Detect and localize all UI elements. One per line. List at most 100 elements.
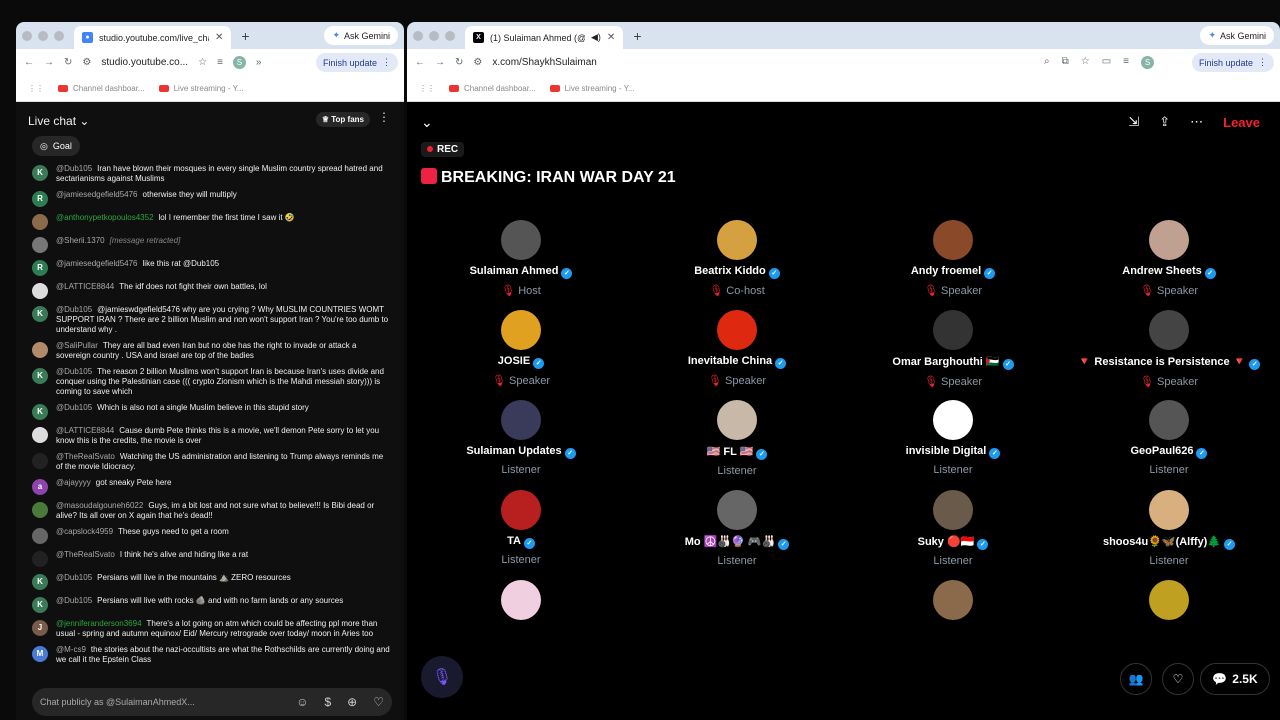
chat-message[interactable]: @SaliPullar They are all bad even Iran bu… [32, 341, 392, 361]
participant-avatar[interactable] [717, 400, 757, 440]
chat-message[interactable]: @TheRealSvato Watching the US administrat… [32, 452, 392, 472]
chat-message[interactable]: R @jamiesedgefield5476 like this rat @Dub1… [32, 259, 392, 276]
participant-avatar[interactable] [501, 310, 541, 350]
participant-avatar[interactable] [501, 580, 541, 620]
avatar[interactable] [32, 342, 48, 358]
participant-avatar[interactable] [717, 490, 757, 530]
participant-avatar[interactable] [717, 220, 757, 260]
chat-message[interactable]: K @Dub105 Which is also not a single Musli… [32, 403, 392, 420]
message-author[interactable]: @TheRealSvato [56, 550, 115, 559]
participant[interactable]: invisible Digital ✓ Listener [845, 400, 1061, 476]
message-author[interactable]: @Dub105 [56, 164, 92, 173]
mic-button[interactable]: 🎙 [421, 656, 463, 698]
message-author[interactable]: @LATTICE8844 [56, 426, 114, 435]
new-tab-button[interactable]: + [241, 28, 249, 44]
chat-message[interactable]: @TheRealSvato I think he's alive and hidi… [32, 550, 392, 567]
chat-message[interactable]: K @Dub105 Persians will live in the mounta… [32, 573, 392, 590]
avatar[interactable] [32, 502, 48, 518]
participant-avatar[interactable] [933, 490, 973, 530]
site-info-icon[interactable]: ⚙ [473, 57, 482, 68]
message-author[interactable]: @Dub105 [56, 367, 92, 376]
participant-avatar[interactable] [1149, 490, 1189, 530]
chat-message[interactable]: @masoudalgouneh6022 Guys, im a bit lost a… [32, 501, 392, 521]
participant-avatar[interactable] [1149, 310, 1189, 350]
install-icon[interactable]: ⧉ [1062, 56, 1069, 69]
avatar[interactable]: K [32, 306, 48, 322]
sidebar-icon[interactable]: ▭ [1102, 56, 1111, 69]
participant[interactable]: Inevitable China ✓ 🎙 Speaker [629, 310, 845, 387]
tab-search-icon[interactable]: ≡ [217, 57, 223, 68]
close-icon[interactable]: ✕ [607, 32, 615, 43]
participant-avatar[interactable] [501, 220, 541, 260]
message-author[interactable]: @LATTICE8844 [56, 282, 114, 291]
participant[interactable]: Sulaiman Updates ✓ Listener [413, 400, 629, 476]
avatar[interactable] [32, 214, 48, 230]
chat-message[interactable]: @LATTICE8844 Cause dumb Pete thinks this … [32, 426, 392, 446]
dock-icon[interactable]: ⇲ [1128, 114, 1139, 130]
participant-avatar[interactable] [933, 310, 973, 350]
participant[interactable] [845, 580, 1061, 625]
bookmark-1[interactable]: Live streaming - Y... [549, 84, 635, 93]
message-author[interactable]: @capslock4959 [56, 527, 113, 536]
avatar[interactable]: J [32, 620, 48, 636]
message-author[interactable]: @M-cs9 [56, 645, 86, 654]
speaker-icon[interactable]: ◀) [591, 32, 601, 43]
message-author[interactable]: @jenniferanderson3694 [56, 619, 142, 628]
bookmark-0[interactable]: Channel dashboar... [449, 84, 536, 93]
tab-search-icon[interactable]: ≡ [1123, 56, 1129, 69]
message-author[interactable]: @TheRealSvato [56, 452, 115, 461]
apps-icon[interactable]: ⋮⋮ [419, 84, 435, 93]
chat-message[interactable]: M @M-cs9 the stories about the nazi-occult… [32, 645, 392, 665]
bookmark-0[interactable]: Channel dashboar... [58, 84, 145, 93]
avatar[interactable] [32, 427, 48, 443]
participant[interactable]: Sulaiman Ahmed ✓ 🎙 Host [413, 220, 629, 297]
chat-message[interactable]: R @jamiesedgefield5476 otherwise they will… [32, 190, 392, 207]
goal-button[interactable]: ◎ Goal [32, 136, 80, 156]
participant[interactable] [629, 580, 845, 625]
super-chat-icon[interactable]: $ [324, 695, 331, 709]
avatar[interactable]: M [32, 646, 48, 662]
participant[interactable] [1061, 580, 1277, 625]
participant[interactable]: TA ✓ Listener [413, 490, 629, 566]
reactions-button[interactable]: ♡ [1162, 663, 1194, 695]
chat-input[interactable]: Chat publicly as @SulaimanAhmedX... ☺ $ … [32, 688, 392, 716]
collapse-chevron-icon[interactable]: ⌄ [421, 114, 433, 131]
close-icon[interactable]: ✕ [215, 32, 223, 43]
forward-icon[interactable]: → [435, 57, 445, 68]
participant[interactable]: Andy froemel ✓ 🎙 Speaker [845, 220, 1061, 297]
avatar[interactable]: K [32, 574, 48, 590]
more-icon[interactable]: ⋯ [1190, 114, 1203, 130]
participant-avatar[interactable] [1149, 580, 1189, 620]
live-chat-dropdown[interactable]: Live chat ⌄ [28, 114, 89, 128]
chat-message[interactable]: K @Dub105 The reason 2 billion Muslims won… [32, 367, 392, 397]
avatar[interactable]: R [32, 191, 48, 207]
participant[interactable]: Suky 🔴🇮🇩 ✓ Listener [845, 490, 1061, 567]
avatar[interactable]: K [32, 165, 48, 181]
participant-avatar[interactable] [933, 220, 973, 260]
kebab-menu-icon[interactable]: ⋮ [378, 110, 390, 124]
people-button[interactable]: 👥 [1120, 663, 1152, 695]
avatar[interactable] [32, 453, 48, 469]
chat-message[interactable]: J @jenniferanderson3694 There's a lot goin… [32, 619, 392, 639]
window-controls[interactable] [413, 30, 455, 41]
back-icon[interactable]: ← [24, 57, 34, 68]
chat-message[interactable]: @Sherii.1370 [message retracted] [32, 236, 392, 253]
participant[interactable]: Omar Barghouthi 🇵🇸 ✓ 🎙 Speaker [845, 310, 1061, 388]
bookmark-1[interactable]: Live streaming - Y... [158, 84, 244, 93]
chat-message[interactable]: @anthonypetkopoulos4352 lol I remember th… [32, 213, 392, 230]
message-author[interactable]: @ajayyyy [56, 478, 91, 487]
message-author[interactable]: @Dub105 [56, 403, 92, 412]
add-icon[interactable]: ⊕ [347, 695, 357, 709]
chat-message[interactable]: @LATTICE8844 The idf does not fight their… [32, 282, 392, 299]
chat-message[interactable]: K @Dub105 @jamieswdgefield5476 why are you… [32, 305, 392, 335]
participant[interactable]: 🔻 Resistance is Persistence 🔻 ✓ 🎙 Speaker [1061, 310, 1277, 388]
star-icon[interactable]: ☆ [198, 57, 207, 68]
heart-icon[interactable]: ♡ [373, 695, 384, 709]
profile-avatar[interactable]: S [1141, 56, 1154, 69]
participant[interactable]: Mo ☮️🎳🔮 🎮🎳 ✓ Listener [629, 490, 845, 567]
avatar[interactable] [32, 528, 48, 544]
participant[interactable]: shoos4u🌻🦋(Alffy)🌲 ✓ Listener [1061, 490, 1277, 567]
tab-youtube-studio[interactable]: ● studio.youtube.com/live_chat ✕ [74, 26, 232, 49]
message-author[interactable]: @Dub105 [56, 305, 92, 314]
participant[interactable]: 🇺🇸 FL 🇺🇸 ✓ Listener [629, 400, 845, 477]
